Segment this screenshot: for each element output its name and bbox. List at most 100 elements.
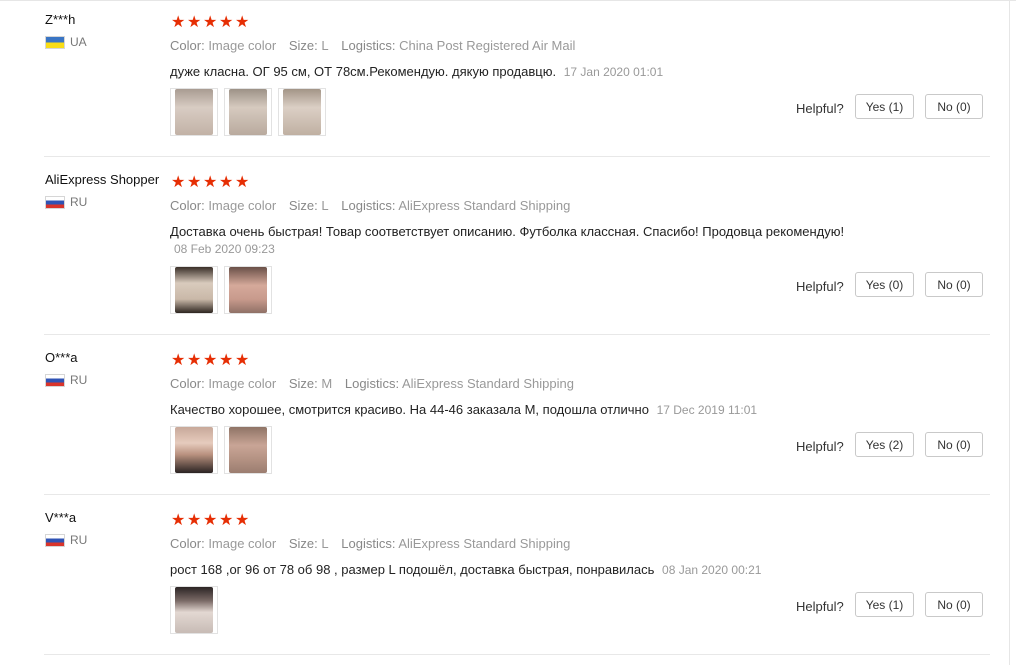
helpful-no-button[interactable]: No (0) [925,592,983,617]
logistics-label: Logistics: [341,536,396,551]
color-value: Image color [208,38,277,53]
order-attributes: Color: Image color Size: M Logistics: Al… [170,376,583,391]
review-photo-thumb[interactable] [278,88,326,136]
star-icon: ★ [235,350,250,369]
review-photo-thumb[interactable] [170,266,218,314]
star-icon: ★ [219,350,234,369]
helpful-yes-button[interactable]: Yes (2) [855,432,914,457]
review-date: 17 Dec 2019 11:01 [656,403,758,417]
helpful-yes-button[interactable]: Yes (1) [855,592,914,617]
review-photo-thumb[interactable] [224,88,272,136]
review-photos [170,88,326,136]
size-label: Size: [288,536,318,551]
review-body: Качество хорошее, смотрится красиво. На … [170,402,649,417]
star-rating: ★ ★ ★ ★ ★ [171,350,250,369]
review-photo-thumb[interactable] [170,426,218,474]
logistics-label: Logistics: [341,198,396,213]
review-text: Доставка очень быстрая! Товар соответств… [170,223,890,258]
star-icon: ★ [203,172,218,191]
review-photo-thumb[interactable] [170,88,218,136]
size-value: L [321,38,329,53]
star-icon: ★ [171,510,186,529]
review-photos [170,426,272,474]
size-label: Size: [288,198,318,213]
logistics-value: AliExpress Standard Shipping [398,198,571,213]
review-date: 08 Jan 2020 00:21 [662,563,762,577]
reviewer-name: V***a [45,510,77,525]
star-icon: ★ [171,172,186,191]
review-text: дуже класна. ОГ 95 см, ОТ 78см.Рекоменду… [170,63,890,81]
helpful-yes-button[interactable]: Yes (1) [855,94,914,119]
review-item: AliExpress Shopper RU ★ ★ ★ ★ ★ Color: Image… [0,164,1016,338]
review-photo-thumb[interactable] [224,266,272,314]
review-photo-thumb[interactable] [170,586,218,634]
star-icon: ★ [171,12,186,31]
color-label: Color: [170,536,205,551]
star-icon: ★ [235,510,250,529]
reviewer-name: O***a [45,350,78,365]
helpful-no-button[interactable]: No (0) [925,432,983,457]
size-label: Size: [288,38,318,53]
helpful-label: Helpful? [796,279,844,294]
review-item: V***a RU ★ ★ ★ ★ ★ Color: Image color Size: … [0,502,1016,665]
ru-flag-icon [45,373,65,387]
star-icon: ★ [187,510,202,529]
helpful-no-button[interactable]: No (0) [925,272,983,297]
review-divider [44,156,990,157]
country-code: RU [70,533,88,547]
star-icon: ★ [219,510,234,529]
country-code: RU [70,373,88,387]
size-value: L [321,536,329,551]
logistics-value: AliExpress Standard Shipping [398,536,571,551]
star-icon: ★ [235,12,250,31]
review-divider [44,494,990,495]
reviewer-country: UA [45,35,87,49]
star-icon: ★ [219,12,234,31]
reviewer-name: Z***h [45,12,76,27]
review-item: Z***h UA ★ ★ ★ ★ ★ Color: Image color Size: … [0,4,1016,158]
star-icon: ★ [219,172,234,191]
size-value: M [321,376,333,391]
reviewer-country: RU [45,373,87,387]
review-item: O***a RU ★ ★ ★ ★ ★ Color: Image color Size: … [0,342,1016,496]
color-value: Image color [208,536,277,551]
star-icon: ★ [171,350,186,369]
helpful-yes-button[interactable]: Yes (0) [855,272,914,297]
logistics-label: Logistics: [341,38,396,53]
review-body: рост 168 ,ог 96 от 78 об 98 , размер L п… [170,562,655,577]
star-icon: ★ [187,172,202,191]
review-photos [170,586,218,634]
star-icon: ★ [187,12,202,31]
reviewer-country: RU [45,195,87,209]
star-icon: ★ [235,172,250,191]
ua-flag-icon [45,35,65,49]
color-value: Image color [208,198,277,213]
top-border [0,0,1016,1]
review-text: Качество хорошее, смотрится красиво. На … [170,401,890,419]
review-divider [44,654,990,655]
color-label: Color: [170,38,205,53]
review-date: 17 Jan 2020 01:01 [563,65,664,79]
review-body: дуже класна. ОГ 95 см, ОТ 78см.Рекоменду… [170,64,557,79]
country-code: UA [70,35,87,49]
order-attributes: Color: Image color Size: L Logistics: Al… [170,198,579,213]
ru-flag-icon [45,195,65,209]
star-icon: ★ [203,12,218,31]
helpful-label: Helpful? [796,439,844,454]
review-divider [44,334,990,335]
review-body: Доставка очень быстрая! Товар соответств… [170,224,845,239]
star-rating: ★ ★ ★ ★ ★ [171,12,250,31]
review-date: 08 Feb 2020 09:23 [174,242,275,256]
star-icon: ★ [203,510,218,529]
review-photos [170,266,272,314]
logistics-label: Logistics: [344,376,400,391]
star-icon: ★ [187,350,202,369]
logistics-value: China Post Registered Air Mail [399,38,576,53]
ru-flag-icon [45,533,65,547]
star-icon: ★ [203,350,218,369]
logistics-value: AliExpress Standard Shipping [401,376,574,391]
color-label: Color: [170,376,205,391]
review-photo-thumb[interactable] [224,426,272,474]
helpful-no-button[interactable]: No (0) [925,94,983,119]
star-rating: ★ ★ ★ ★ ★ [171,510,250,529]
